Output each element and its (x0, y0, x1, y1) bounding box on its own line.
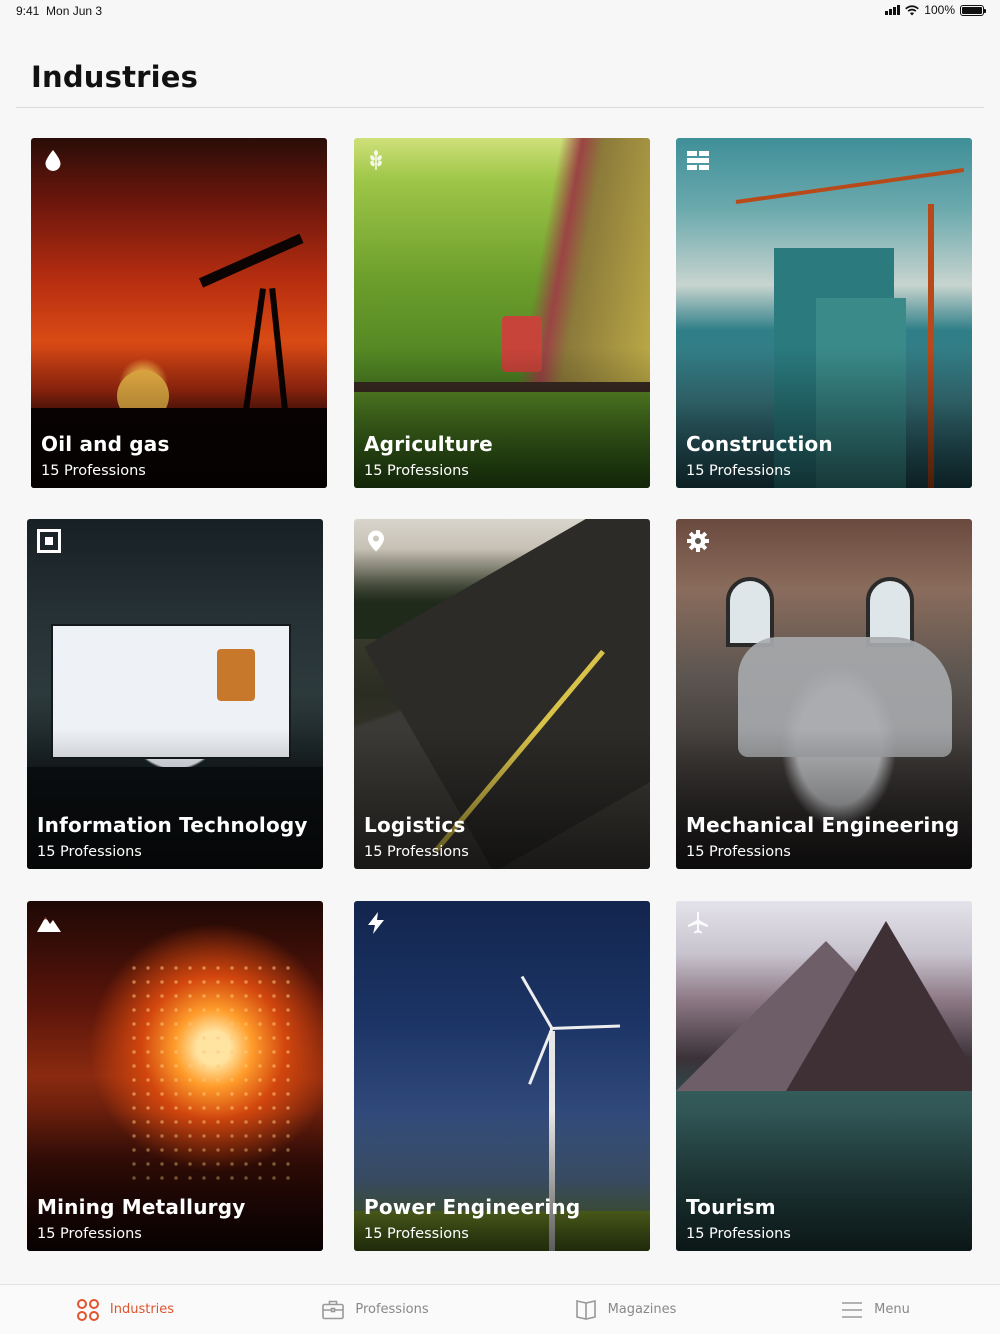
industry-card-logistics[interactable]: Logistics 15 Professions (354, 519, 650, 869)
card-subtitle: 15 Professions (364, 1226, 469, 1242)
industry-card-agriculture[interactable]: Agriculture 15 Professions (354, 138, 650, 488)
tab-label: Magazines (607, 1302, 677, 1317)
chip-icon (37, 529, 61, 553)
card-subtitle: 15 Professions (364, 463, 469, 479)
mountain-icon (37, 917, 61, 932)
industry-card-tourism[interactable]: Tourism 15 Professions (676, 901, 972, 1251)
status-bar: 9:41 Mon Jun 3 100% (0, 0, 1000, 24)
tab-label: Industries (109, 1302, 175, 1317)
card-subtitle: 15 Professions (37, 1226, 142, 1242)
tab-menu[interactable]: Menu (750, 1285, 1000, 1334)
tab-industries[interactable]: Industries (0, 1285, 250, 1334)
cellular-signal-icon (885, 5, 901, 15)
industry-card-oil-and-gas[interactable]: Oil and gas 15 Professions (31, 138, 327, 488)
card-subtitle: 15 Professions (364, 844, 469, 860)
title-divider (16, 107, 984, 108)
card-title: Power Engineering (364, 1195, 581, 1219)
status-date: Mon Jun 3 (46, 4, 103, 18)
card-subtitle: 15 Professions (37, 844, 142, 860)
gear-icon (687, 530, 709, 552)
tab-label: Professions (355, 1302, 429, 1317)
bricks-icon (687, 151, 709, 170)
battery-icon (960, 4, 986, 16)
page-title: Industries (31, 60, 199, 94)
card-title: Mechanical Engineering (686, 813, 960, 837)
card-title: Logistics (364, 813, 466, 837)
wheat-icon (370, 150, 382, 170)
status-time: 9:41 Mon Jun 3 (16, 4, 102, 18)
card-title: Agriculture (364, 432, 493, 456)
grid-circles-icon (76, 1298, 99, 1321)
status-indicators: 100% (885, 3, 986, 17)
card-title: Mining Metallurgy (37, 1195, 246, 1219)
tab-bar: Industries Professions Magazines Menu (0, 1284, 1000, 1334)
briefcase-icon (322, 1300, 345, 1319)
industry-card-mechanical-engineering[interactable]: Mechanical Engineering 15 Professions (676, 519, 972, 869)
industry-card-power-engineering[interactable]: Power Engineering 15 Professions (354, 901, 650, 1251)
drop-icon (45, 150, 61, 171)
card-subtitle: 15 Professions (41, 463, 146, 479)
tab-magazines[interactable]: Magazines (500, 1285, 750, 1334)
industry-card-information-technology[interactable]: Information Technology 15 Professions (27, 519, 323, 869)
tab-label: Menu (874, 1302, 910, 1317)
industry-card-construction[interactable]: Construction 15 Professions (676, 138, 972, 488)
card-title: Information Technology (37, 813, 308, 837)
menu-icon (842, 1301, 863, 1318)
card-subtitle: 15 Professions (686, 844, 791, 860)
card-title: Tourism (686, 1195, 776, 1219)
card-title: Oil and gas (41, 432, 170, 456)
status-clock: 9:41 (16, 4, 40, 18)
battery-percent: 100% (924, 3, 955, 17)
location-pin-icon (368, 530, 384, 552)
airplane-icon (688, 911, 708, 934)
card-title: Construction (686, 432, 833, 456)
card-subtitle: 15 Professions (686, 1226, 791, 1242)
wifi-icon (905, 4, 920, 15)
book-icon (575, 1299, 596, 1320)
card-subtitle: 15 Professions (686, 463, 791, 479)
lightning-icon (368, 912, 384, 934)
industry-card-mining-metallurgy[interactable]: Mining Metallurgy 15 Professions (27, 901, 323, 1251)
tab-professions[interactable]: Professions (250, 1285, 500, 1334)
